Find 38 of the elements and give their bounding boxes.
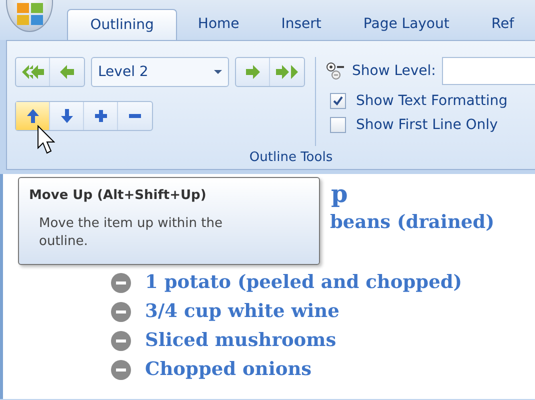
tooltip-title: Move Up (Alt+Shift+Up) (29, 188, 208, 203)
checkbox[interactable] (330, 117, 346, 133)
heading-text: p (331, 179, 348, 208)
right-arrow-icon (246, 65, 260, 79)
minus-icon (129, 114, 141, 118)
double-left-arrow-icon (22, 65, 44, 79)
outline-text: beans (drained) (330, 212, 494, 233)
plus-icon (94, 110, 106, 122)
outline-item: 1 potato (peeled and chopped) (145, 272, 462, 293)
level-dropdown[interactable]: Level 2 (91, 57, 229, 87)
left-arrow-icon (60, 65, 74, 79)
option-label: Show Text Formatting (356, 93, 508, 109)
outline-item: Sliced mushrooms (145, 330, 336, 351)
show-level-icon (326, 62, 346, 80)
option-label: Show First Line Only (356, 117, 498, 133)
move-up-button[interactable] (16, 102, 50, 130)
checkbox[interactable] (330, 93, 346, 109)
ribbon-tab[interactable]: Outlining (67, 9, 177, 40)
collapse-bullet-icon (111, 272, 131, 292)
up-arrow-icon (26, 109, 38, 123)
double-right-arrow-icon (276, 65, 298, 79)
ribbon-tab[interactable]: Home (176, 8, 260, 40)
mouse-pointer-icon (37, 125, 55, 155)
collapse-bullet-icon (111, 360, 131, 380)
down-arrow-icon (60, 109, 72, 123)
outline-item: 3/4 cup white wine (145, 301, 340, 322)
ribbon-tab[interactable]: Page Layout (342, 8, 470, 40)
ribbon-tab[interactable]: Ref (470, 8, 535, 40)
dropdown-arrow-icon (214, 70, 222, 74)
group-label: Outline Tools (249, 150, 333, 165)
office-logo-icon (16, 3, 43, 25)
show-level-field[interactable] (442, 57, 535, 85)
ribbon-tab[interactable]: Insert (260, 8, 342, 40)
outline-item: Chopped onions (145, 359, 312, 380)
collapse-bullet-icon (111, 330, 131, 350)
collapse-bullet-icon (111, 302, 131, 322)
tooltip-text: Move the item up within the outline. (39, 215, 224, 251)
show-level-label: Show Level: (352, 63, 436, 79)
